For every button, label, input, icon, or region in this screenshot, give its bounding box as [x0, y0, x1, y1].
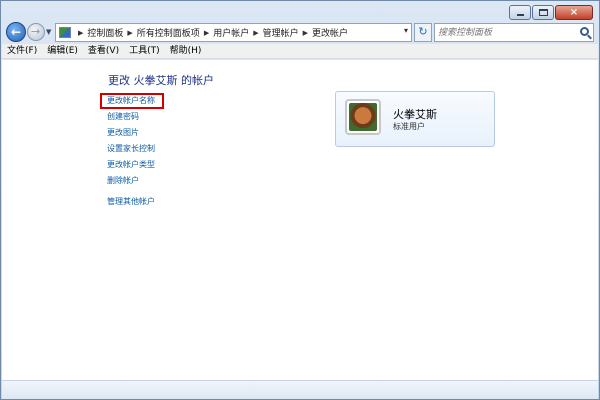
- search-box[interactable]: [434, 23, 594, 42]
- forward-button[interactable]: →: [27, 23, 45, 41]
- link-delete-account[interactable]: 删除帐户: [107, 175, 139, 186]
- breadcrumb-item-all-items[interactable]: 所有控制面板项: [137, 26, 200, 39]
- minimize-button[interactable]: [509, 5, 531, 20]
- menu-view[interactable]: 查看(V): [83, 44, 124, 58]
- breadcrumb-separator-icon[interactable]: ▶: [127, 29, 132, 37]
- breadcrumb-item-change-account[interactable]: 更改帐户: [312, 26, 348, 39]
- breadcrumb-separator-icon[interactable]: ▶: [303, 29, 308, 37]
- breadcrumb-item-user-accounts[interactable]: 用户帐户: [213, 26, 249, 39]
- forward-arrow-icon: →: [31, 25, 41, 38]
- breadcrumb: ▶ 控制面板 ▶ 所有控制面板项 ▶ 用户帐户 ▶ 管理帐户 ▶ 更改帐户: [74, 26, 348, 40]
- menu-help[interactable]: 帮助(H): [165, 44, 207, 58]
- link-create-password[interactable]: 创建密码: [107, 111, 139, 122]
- account-type: 标准用户: [393, 122, 425, 131]
- menu-bar: 文件(F) 编辑(E) 查看(V) 工具(T) 帮助(H): [2, 44, 598, 59]
- close-icon: ×: [569, 7, 579, 18]
- recent-pages-dropdown-icon[interactable]: ▼: [46, 28, 51, 36]
- link-parental-controls[interactable]: 设置家长控制: [107, 143, 155, 154]
- breadcrumb-separator-icon[interactable]: ▶: [204, 29, 209, 37]
- menu-edit[interactable]: 编辑(E): [42, 44, 83, 58]
- search-icon[interactable]: [580, 27, 589, 36]
- search-input[interactable]: [438, 26, 576, 39]
- back-button[interactable]: ←: [6, 22, 26, 42]
- breadcrumb-separator-icon: ▶: [78, 28, 84, 37]
- back-arrow-icon: ←: [11, 25, 22, 39]
- content-pane: 更改 火拳艾斯 的帐户 更改帐户名称 创建密码 更改图片 设置家长控制 更改帐户…: [2, 60, 598, 380]
- link-manage-other-accounts[interactable]: 管理其他帐户: [107, 196, 155, 207]
- account-name: 火拳艾斯: [393, 108, 437, 121]
- link-change-account-type[interactable]: 更改帐户类型: [107, 159, 155, 170]
- address-bar[interactable]: ▶ 控制面板 ▶ 所有控制面板项 ▶ 用户帐户 ▶ 管理帐户 ▶ 更改帐户 ▾: [55, 23, 412, 42]
- control-panel-icon: [59, 27, 71, 38]
- refresh-button[interactable]: ↻: [414, 23, 432, 42]
- highlight-box: [100, 93, 164, 109]
- dog-picture-icon: [349, 103, 377, 131]
- refresh-icon: ↻: [418, 25, 428, 38]
- control-panel-window: × ← → ▼ ▶ 控制面板 ▶ 所有控制面板项 ▶ 用户帐户 ▶ 管理帐户 ▶…: [0, 0, 600, 400]
- navigation-bar: ← → ▼ ▶ 控制面板 ▶ 所有控制面板项 ▶ 用户帐户 ▶ 管理帐户 ▶ 更…: [1, 21, 599, 43]
- breadcrumb-item-control-panel[interactable]: 控制面板: [87, 26, 123, 39]
- caption-buttons: ×: [508, 5, 593, 20]
- menu-file[interactable]: 文件(F): [2, 44, 42, 58]
- status-bar: [2, 380, 598, 399]
- avatar: [345, 99, 381, 135]
- maximize-button[interactable]: [532, 5, 554, 20]
- address-history-dropdown-icon[interactable]: ▾: [404, 26, 408, 35]
- minimize-icon: [517, 14, 524, 16]
- menu-tools[interactable]: 工具(T): [124, 44, 165, 58]
- page-title: 更改 火拳艾斯 的帐户: [108, 74, 214, 87]
- maximize-icon: [539, 9, 548, 16]
- close-button[interactable]: ×: [555, 5, 593, 20]
- account-card: 火拳艾斯 标准用户: [335, 91, 495, 147]
- breadcrumb-separator-icon[interactable]: ▶: [253, 29, 258, 37]
- link-change-picture[interactable]: 更改图片: [107, 127, 139, 138]
- breadcrumb-item-manage-accounts[interactable]: 管理帐户: [263, 26, 299, 39]
